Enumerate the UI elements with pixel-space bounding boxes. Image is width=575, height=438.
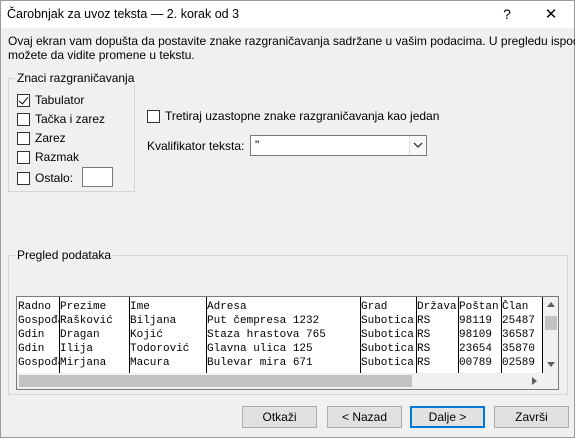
chevron-right-icon [532,377,537,385]
checkbox-space-box[interactable] [17,150,30,164]
wizard-description: Ovaj ekran vam dopušta da postavite znak… [8,34,575,62]
preview-cell: Adresa [207,301,247,313]
preview-header-row: Radno Prezime Ime Adresa Grad Država Poš… [17,300,543,314]
preview-cell: 23654 [459,343,493,355]
data-preview[interactable]: Radno Prezime Ime Adresa Grad Država Poš… [16,296,559,390]
preview-row: Gospođa Mirjana Macura Bulevar mira 671 … [17,356,543,370]
preview-cell: 00789 [459,357,493,369]
preview-cell: Put čempresa 1232 [207,315,320,327]
scroll-up-button[interactable] [543,297,558,313]
back-button[interactable]: < Nazad [327,406,402,428]
checkbox-consecutive[interactable]: Tretiraj uzastopne znake razgraničavanja… [147,108,439,124]
preview-cell: Gdin [18,329,45,341]
scroll-down-button[interactable] [543,357,558,373]
cancel-button[interactable]: Otkaži [242,406,317,428]
preview-cell: Glavna ulica 125 [207,343,313,355]
text-import-wizard-dialog: Čarobnjak za uvoz teksta — 2. korak od 3… [0,0,575,438]
chevron-down-icon [413,142,423,148]
preview-cell: Radno [18,301,52,313]
preview-cell: 36587 [502,329,536,341]
checkbox-space[interactable]: Razmak [17,149,79,165]
checkbox-label: Tačka i zarez [35,112,106,126]
checkbox-label: Zarez [35,131,66,145]
delimiters-group: Znaci razgraničavanja Tabulator Tačka i … [8,71,137,192]
chevron-down-icon [547,362,555,367]
preview-cell: Gospođa [18,315,59,327]
checkbox-tab[interactable]: Tabulator [17,92,84,108]
help-icon[interactable]: ? [487,1,527,28]
dropdown-button[interactable] [409,136,426,155]
checkbox-label: Ostalo: [35,171,74,185]
horizontal-scroll-thumb[interactable] [19,375,412,387]
vertical-scroll-thumb[interactable] [545,316,557,330]
checkbox-tab-box[interactable] [17,93,30,107]
preview-cell: Član [502,301,529,313]
title-bar: Čarobnjak za uvoz teksta — 2. korak od 3… [1,1,574,28]
preview-vertical-scrollbar[interactable] [543,297,558,373]
description-line: možete da vidite promene u tekstu. [8,48,195,62]
next-button[interactable]: Dalje > [410,406,485,428]
preview-cell: Subotica [361,329,414,341]
text-qualifier-value: " [255,138,260,152]
scroll-right-button[interactable] [526,373,542,389]
preview-cell: Ime [130,301,150,313]
preview-cell: Todorović [130,343,190,355]
preview-cell: Prezime [60,301,107,313]
preview-row: Gdin Dragan Kojić Staza hrastova 765 Sub… [17,328,543,342]
preview-cell: Poštan [459,301,499,313]
preview-cell: Subotica [361,357,414,369]
preview-cell: Rašković [60,315,113,327]
preview-cell: 98109 [459,329,493,341]
preview-horizontal-scrollbar[interactable] [17,373,543,389]
checkbox-label: Razmak [35,150,80,164]
preview-cell: Staza hrastova 765 [207,329,326,341]
preview-table: Radno Prezime Ime Adresa Grad Država Poš… [17,297,543,373]
preview-cell: Ilija [60,343,94,355]
checkbox-label: Tabulator [35,93,85,107]
checkbox-comma[interactable]: Zarez [17,130,66,146]
preview-cell: 98119 [459,315,493,327]
preview-row: Gdin Ilija Todorović Glavna ulica 125 Su… [17,342,543,356]
delimiters-group-title: Znaci razgraničavanja [15,71,137,85]
preview-cell: RS [417,357,431,369]
preview-cell: Dragan [60,329,100,341]
description-line: Ovaj ekran vam dopušta da postavite znak… [8,34,575,48]
checkbox-label: Tretiraj uzastopne znake razgraničavanja… [165,109,440,123]
checkbox-semicolon[interactable]: Tačka i zarez [17,111,105,127]
text-qualifier-label: Kvalifikator teksta: [147,139,245,153]
preview-cell: RS [417,343,431,355]
preview-cell: RS [417,315,431,327]
window-title: Čarobnjak za uvoz teksta — 2. korak od 3 [7,7,240,21]
preview-cell: Gdin [18,343,45,355]
preview-cell: Subotica [361,315,414,327]
scrollbar-corner [543,373,558,389]
preview-cell: Grad [361,301,388,313]
preview-cell: RS [417,329,431,341]
checkbox-consecutive-box[interactable] [147,109,160,123]
checkbox-other-box[interactable] [17,171,30,185]
checkbox-comma-box[interactable] [17,131,30,145]
preview-cell: Država [417,301,457,313]
checkbox-semicolon-box[interactable] [17,112,30,126]
preview-cell: 25487 [502,315,536,327]
preview-cell: Subotica [361,343,414,355]
preview-cell: 35870 [502,343,536,355]
preview-cell: Macura [130,357,170,369]
preview-cell: Mirjana [60,357,107,369]
finish-button[interactable]: Završi [494,406,569,428]
text-qualifier-select[interactable]: " [250,135,427,156]
preview-cell: 02589 [502,357,536,369]
preview-cell: Biljana [130,315,177,327]
preview-cell: Bulevar mira 671 [207,357,313,369]
preview-cell: Kojić [130,329,164,341]
chevron-up-icon [547,302,555,307]
checkbox-other[interactable]: Ostalo: [17,170,73,186]
close-icon[interactable]: ✕ [531,1,571,28]
data-preview-title: Pregled podataka [15,248,114,262]
other-delimiter-input[interactable] [82,167,113,187]
preview-cell: Gospođa [18,357,59,369]
preview-row: Gospođa Rašković Biljana Put čempresa 12… [17,314,543,328]
